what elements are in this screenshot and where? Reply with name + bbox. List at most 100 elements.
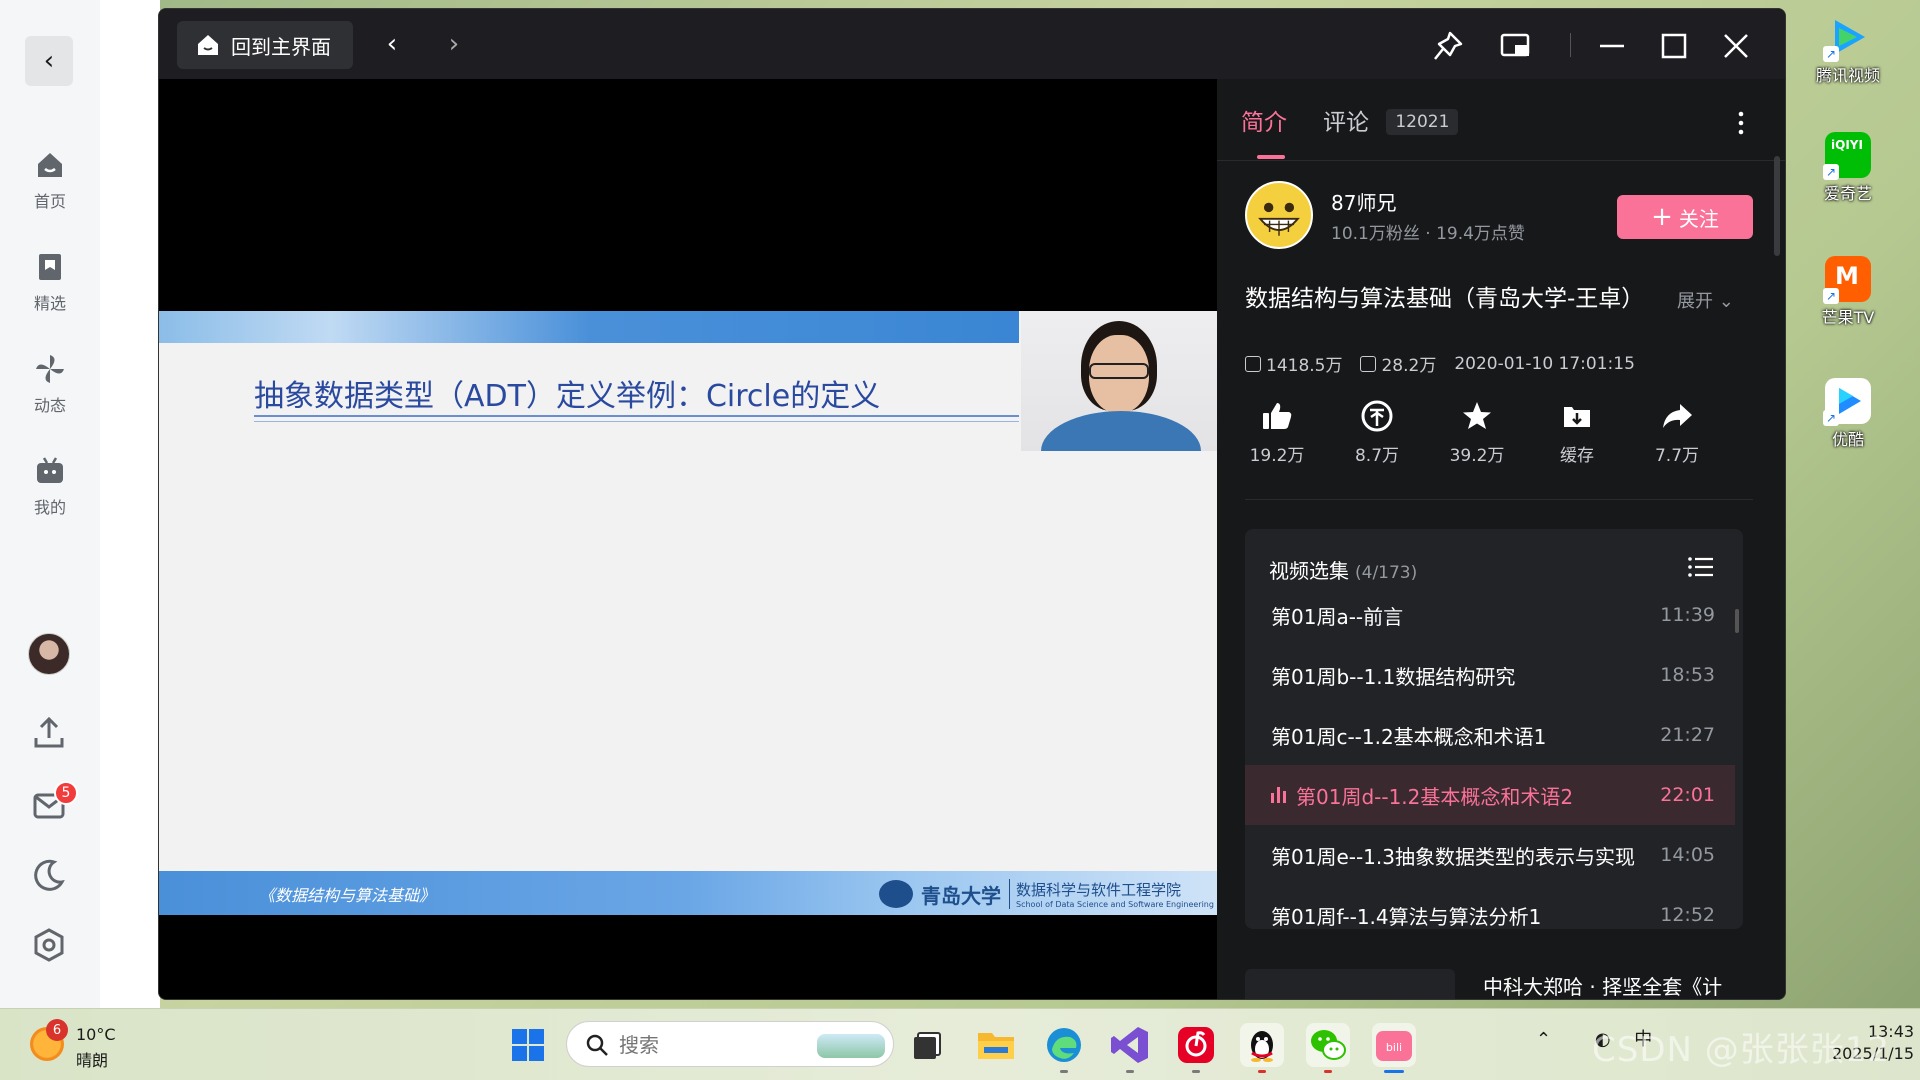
- back-button[interactable]: ‹: [25, 36, 73, 86]
- close-icon[interactable]: [1719, 29, 1753, 63]
- recommendation-title[interactable]: 中科大郑哈 · 择坚全套《计: [1483, 971, 1722, 999]
- search-icon: [586, 1034, 608, 1056]
- episode-duration: 21:27: [1660, 724, 1715, 746]
- coin-icon: [1361, 400, 1393, 432]
- bilibili-button[interactable]: bili: [1372, 1023, 1416, 1073]
- desktop-icon-label: 爱奇艺: [1823, 184, 1872, 203]
- desktop-icon-youku[interactable]: ↗ 优酷: [1806, 378, 1890, 450]
- maximize-icon[interactable]: [1657, 29, 1691, 63]
- settings-icon[interactable]: [30, 926, 68, 964]
- pinwheel-icon: [36, 355, 64, 383]
- episode-duration: 22:01: [1660, 784, 1715, 806]
- moon-icon[interactable]: [30, 856, 68, 894]
- pin-icon[interactable]: [1431, 29, 1465, 63]
- panel-scrollbar[interactable]: [1774, 156, 1780, 256]
- running-indicator: [1192, 1070, 1200, 1073]
- slide-header-bar: [159, 311, 1019, 343]
- slide-footer-course: 《数据结构与算法基础》: [259, 886, 436, 905]
- episode-list-scrollbar[interactable]: [1735, 609, 1739, 633]
- slide-title-underline-thin: [254, 421, 1019, 422]
- search-highlight-image: [817, 1034, 885, 1058]
- school-name-english: School of Data Science and Software Engi…: [1016, 900, 1214, 909]
- slide-footer-bar: 《数据结构与算法基础》 青岛大学 数据科学与软件工程学院 School of D…: [159, 871, 1217, 915]
- sidebar-item-label: 动态: [33, 396, 66, 415]
- recommendation-thumbnail[interactable]: [1245, 969, 1455, 999]
- video-area[interactable]: 抽象数据类型（ADT）定义举例：Circle的定义 《数据结构与算法基础》 青岛…: [159, 79, 1217, 1000]
- back-to-home-button[interactable]: 回到主界面: [177, 21, 353, 69]
- expand-button[interactable]: 展开 ⌄: [1677, 287, 1734, 313]
- coin-button[interactable]: 8.7万: [1327, 399, 1427, 466]
- weather-condition: 晴朗: [76, 1051, 109, 1070]
- mango-tv-icon: M ↗: [1823, 256, 1871, 304]
- chevron-up-icon[interactable]: ⌃: [1536, 1029, 1551, 1050]
- episode-item[interactable]: 第01周c--1.2基本概念和术语1 21:27: [1245, 705, 1735, 765]
- picture-in-picture-icon[interactable]: [1499, 29, 1533, 63]
- plus-icon: +: [1651, 202, 1673, 232]
- episode-item-current[interactable]: 第01周d--1.2基本概念和术语2 22:01: [1245, 765, 1735, 825]
- desktop-icon-mango-tv[interactable]: M ↗ 芒果TV: [1806, 256, 1890, 328]
- qq-button[interactable]: [1240, 1023, 1284, 1073]
- user-avatar[interactable]: [28, 633, 70, 675]
- sidebar-item-label: 我的: [33, 498, 66, 517]
- video-meta: 1418.5万 28.2万 2020-01-10 17:01:15: [1245, 351, 1635, 376]
- like-button[interactable]: 19.2万: [1227, 399, 1327, 466]
- running-indicator: [1060, 1070, 1068, 1073]
- episode-item[interactable]: 第01周f--1.4算法与算法分析1 12:52: [1245, 885, 1735, 929]
- chevron-left-icon: ‹: [386, 29, 398, 59]
- visual-studio-button[interactable]: [1108, 1023, 1152, 1073]
- expand-label: 展开: [1677, 291, 1713, 312]
- star-icon: [1463, 402, 1491, 429]
- follow-label: 关注: [1678, 206, 1719, 231]
- list-view-icon[interactable]: [1687, 555, 1715, 579]
- desktop-icon-iqiyi[interactable]: iQIYI ↗ 爱奇艺: [1806, 132, 1890, 204]
- file-explorer-button[interactable]: [974, 1023, 1018, 1067]
- nav-forward-button[interactable]: ›: [439, 29, 469, 59]
- tab-comments[interactable]: 评论 12021: [1323, 103, 1459, 137]
- uploader-stats: 10.1万粉丝 · 19.4万点赞: [1331, 224, 1525, 244]
- wechat-button[interactable]: [1306, 1023, 1350, 1073]
- comment-count-badge: 12021: [1386, 109, 1459, 135]
- sidebar-item-featured[interactable]: 精选: [0, 250, 100, 314]
- section-divider: [1245, 499, 1753, 500]
- sidebar-item-home[interactable]: 首页: [0, 148, 100, 212]
- desktop-icon-label: 优酷: [1831, 430, 1864, 449]
- follow-button[interactable]: + 关注: [1617, 195, 1753, 239]
- share-button[interactable]: 7.7万: [1627, 399, 1727, 466]
- nav-back-button[interactable]: ‹: [377, 29, 407, 59]
- episode-item[interactable]: 第01周e--1.3抽象数据类型的表示与实现 14:05: [1245, 825, 1735, 885]
- video-progress-bar[interactable]: [159, 999, 1217, 1000]
- taskbar-search[interactable]: [566, 1021, 894, 1067]
- lecture-slide: 抽象数据类型（ADT）定义举例：Circle的定义 《数据结构与算法基础》 青岛…: [159, 311, 1217, 915]
- chevron-right-icon: ›: [448, 29, 460, 59]
- task-view-button[interactable]: [906, 1023, 950, 1067]
- watermark: CSDN @张张张12: [1592, 1030, 1891, 1070]
- weather-temperature: 10°C: [76, 1025, 116, 1044]
- search-input[interactable]: [619, 1030, 799, 1060]
- episode-duration: 18:53: [1660, 664, 1715, 686]
- edge-browser-button[interactable]: [1042, 1023, 1086, 1073]
- sidebar-item-mine[interactable]: 我的: [0, 454, 100, 518]
- tab-intro[interactable]: 简介: [1241, 103, 1287, 137]
- netease-music-button[interactable]: [1174, 1023, 1218, 1073]
- desktop-icon-tencent-video[interactable]: ↗ 腾讯视频: [1806, 14, 1890, 86]
- favorite-button[interactable]: 39.2万: [1427, 399, 1527, 466]
- episode-title: 第01周f--1.4算法与算法分析1: [1271, 904, 1542, 929]
- university-name: 青岛大学: [921, 883, 1001, 908]
- weather-widget[interactable]: 6 10°C 晴朗: [28, 1019, 178, 1071]
- more-options-icon[interactable]: [1737, 109, 1745, 137]
- chevron-left-icon: ‹: [43, 46, 55, 76]
- download-button[interactable]: 缓存: [1527, 399, 1627, 466]
- upload-icon[interactable]: [30, 714, 68, 752]
- episode-item[interactable]: 第01周a--前言 11:39: [1245, 585, 1735, 645]
- shortcut-arrow-icon: ↗: [1823, 410, 1839, 426]
- tab-label: 评论: [1323, 110, 1369, 136]
- recommendations: 中科大郑哈 · 择坚全套《计: [1217, 959, 1785, 999]
- svg-text:bili: bili: [1386, 1041, 1402, 1054]
- episode-item[interactable]: 第01周b--1.1数据结构研究 18:53: [1245, 645, 1735, 705]
- start-button[interactable]: [506, 1023, 550, 1067]
- uploader-avatar[interactable]: [1245, 181, 1313, 249]
- uploader-name[interactable]: 87师兄: [1331, 187, 1396, 216]
- minimize-icon[interactable]: [1595, 29, 1629, 63]
- sidebar-item-dynamics[interactable]: 动态: [0, 352, 100, 416]
- episode-list-count: (4/173): [1355, 563, 1418, 583]
